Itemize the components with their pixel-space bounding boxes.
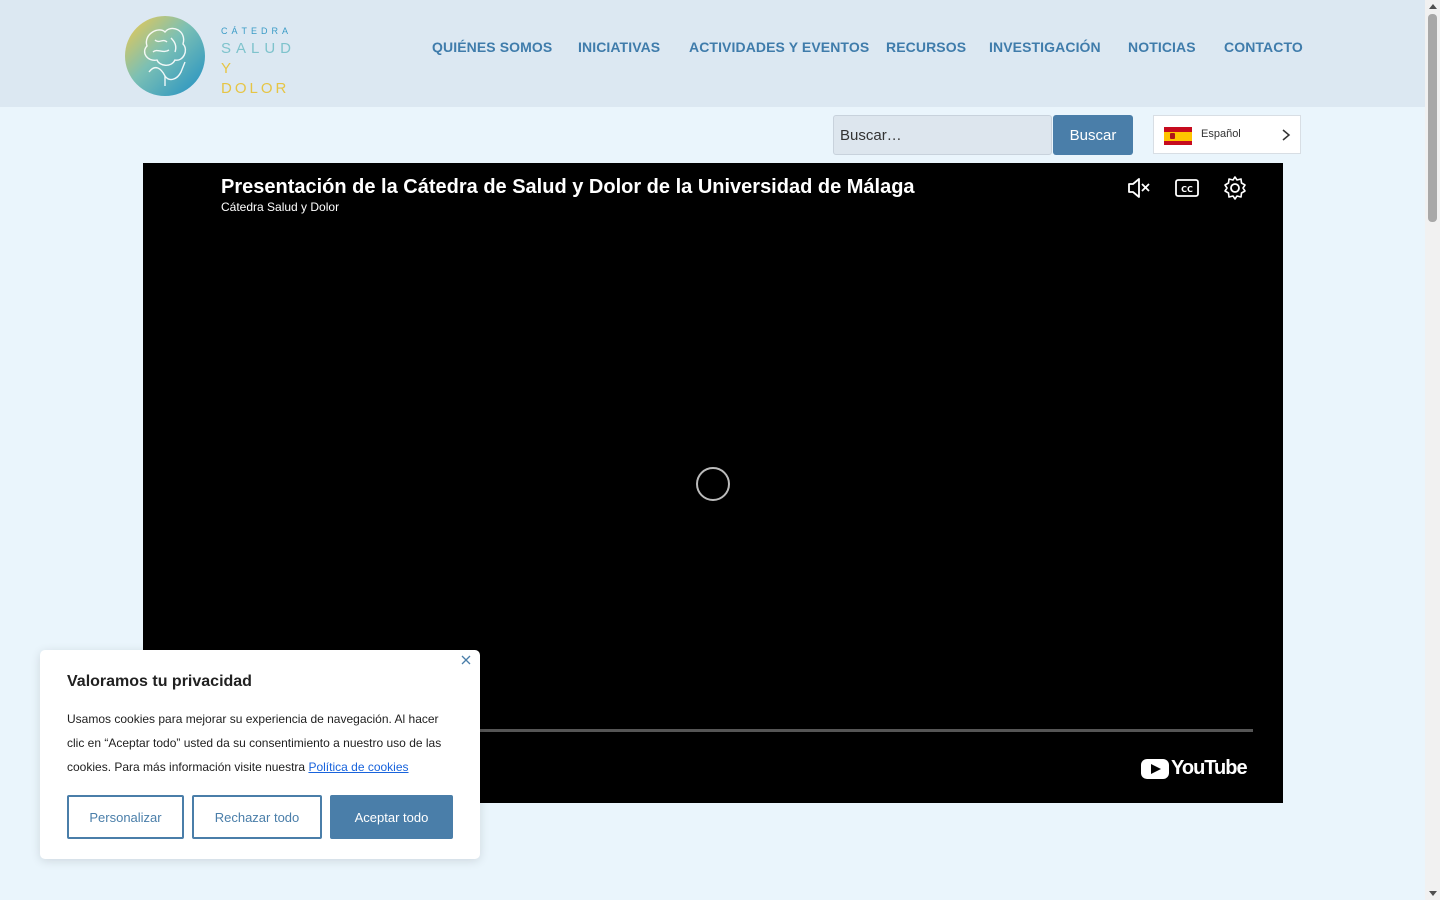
nav-item-actividades-eventos[interactable]: ACTIVIDADES Y EVENTOS [689,39,869,55]
cookie-policy-link[interactable]: Política de cookies [308,760,408,774]
settings-icon[interactable] [1222,175,1248,201]
cookie-consent-banner: Valoramos tu privacidad Usamos cookies p… [40,650,480,859]
reject-all-button[interactable]: Rechazar todo [192,795,322,839]
search-input[interactable] [833,115,1052,155]
nav-item-recursos[interactable]: RECURSOS [886,39,966,55]
youtube-wordmark: YouTube [1171,757,1248,779]
language-label: Español [1201,128,1241,140]
nav-item-investigacion[interactable]: INVESTIGACIÓN [989,39,1101,55]
mute-icon[interactable] [1125,175,1151,201]
site-header: CÁTEDRA SALUD Y DOLOR QUIÉNES SOMOS INIC… [0,0,1425,107]
cookie-description: Usamos cookies para mejorar su experienc… [67,707,457,779]
svg-text:CC: CC [1181,185,1193,194]
video-title[interactable]: Presentación de la Cátedra de Salud y Do… [221,176,915,199]
logo-wordmark: CÁTEDRA SALUD Y DOLOR [221,26,305,99]
youtube-play-icon [1141,759,1169,779]
nav-item-quienes-somos[interactable]: QUIÉNES SOMOS [432,39,552,55]
spain-flag-icon [1164,127,1192,145]
youtube-logo[interactable]: YouTube [1141,757,1248,781]
close-icon[interactable] [460,654,472,666]
video-channel[interactable]: Cátedra Salud y Dolor [221,200,339,214]
nav-item-contacto[interactable]: CONTACTO [1224,39,1303,55]
nav-item-iniciativas[interactable]: INICIATIVAS [578,39,660,55]
captions-icon[interactable]: CC [1174,175,1200,201]
scrollbar-thumb[interactable] [1428,14,1437,222]
logo-line-dolor: Y DOLOR [221,60,290,97]
language-selector[interactable]: Español [1153,115,1301,154]
cookie-title: Valoramos tu privacidad [67,673,252,690]
loading-spinner-icon [696,467,730,501]
scroll-down-arrow-icon[interactable] [1429,891,1437,896]
scroll-up-arrow-icon[interactable] [1429,4,1437,9]
nav-item-noticias[interactable]: NOTICIAS [1128,39,1196,55]
customize-button[interactable]: Personalizar [67,795,184,839]
main-navigation: QUIÉNES SOMOS INICIATIVAS ACTIVIDADES Y … [0,39,1425,59]
chevron-right-icon [1282,129,1291,141]
page-scrollbar[interactable] [1425,0,1440,900]
logo-line-catedra: CÁTEDRA [221,26,293,36]
accept-all-button[interactable]: Aceptar todo [330,795,453,839]
search-button[interactable]: Buscar [1053,115,1133,155]
